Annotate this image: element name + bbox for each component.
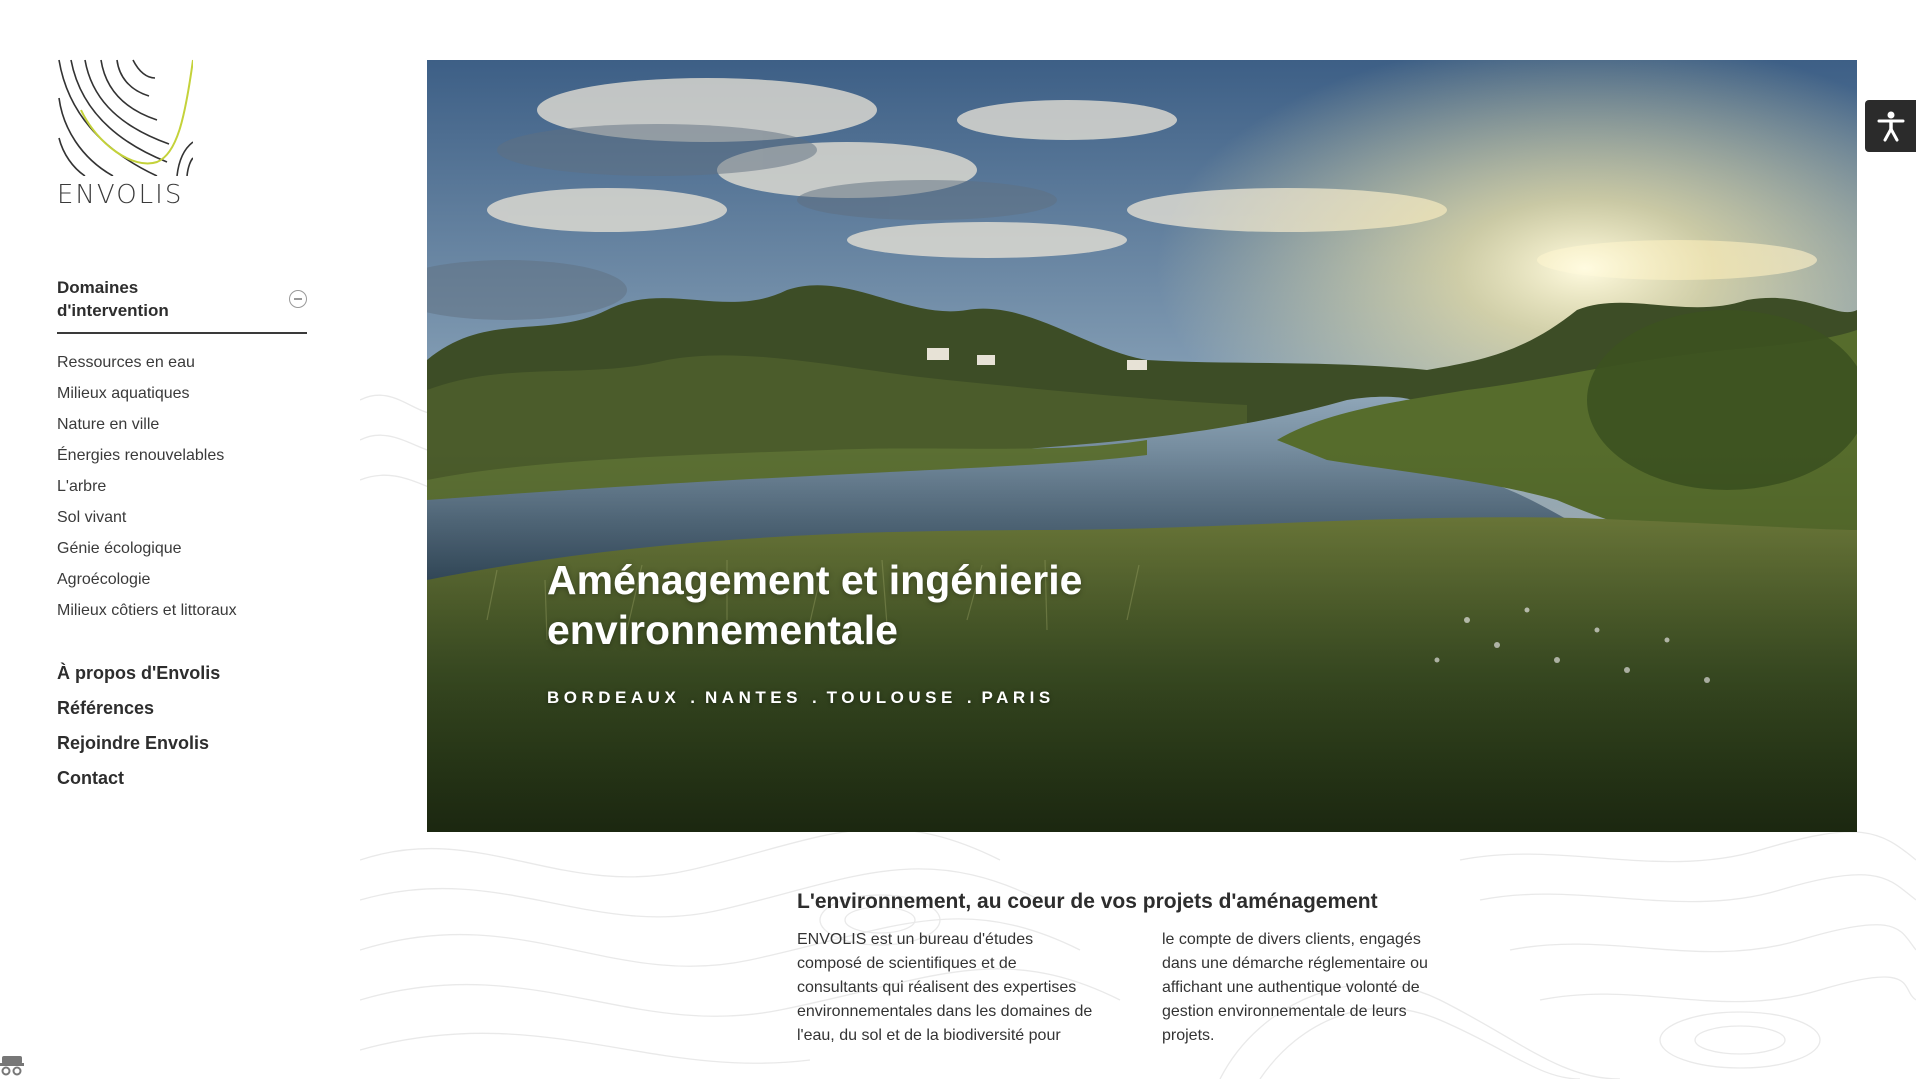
minus-circle-icon[interactable] xyxy=(289,290,307,308)
hero-landscape-image xyxy=(427,60,1857,832)
envolis-logo[interactable]: ENVOLIS xyxy=(57,58,193,210)
nav-item-a-propos[interactable]: À propos d'Envolis xyxy=(57,656,307,691)
nav-item-milieux-cotiers[interactable]: Milieux côtiers et littoraux xyxy=(57,595,307,626)
nav-item-genie-ecologique[interactable]: Génie écologique xyxy=(57,533,307,564)
hero-title: Aménagement et ingénierie environnementa… xyxy=(547,557,1083,653)
nav-item-agroecologie[interactable]: Agroécologie xyxy=(57,564,307,595)
nav-domaines: Domaines d'intervention Ressources en ea… xyxy=(57,276,307,626)
hero-banner: Aménagement et ingénierie environnementa… xyxy=(427,60,1857,832)
city-toulouse: TOULOUSE xyxy=(826,688,957,707)
intro-text-left: ENVOLIS est un bureau d'études composé d… xyxy=(797,931,1093,1044)
cookie-settings-button[interactable] xyxy=(0,1050,30,1080)
nav-item-energies-renouvelables[interactable]: Énergies renouvelables xyxy=(57,440,307,471)
city-paris: PARIS xyxy=(981,688,1055,707)
domaines-title: Domaines d'intervention xyxy=(57,278,169,320)
hero-cities: BORDEAUX. NANTES. TOULOUSE. PARIS xyxy=(547,688,1055,708)
nav-item-sol-vivant[interactable]: Sol vivant xyxy=(57,502,307,533)
intro-text-right: le compte de divers clients, engagés dan… xyxy=(1162,931,1428,1044)
nav-item-contact[interactable]: Contact xyxy=(57,761,307,796)
domaines-toggle[interactable]: Domaines d'intervention xyxy=(57,276,307,334)
nav-item-ressources-eau[interactable]: Ressources en eau xyxy=(57,347,307,378)
main-nav: À propos d'Envolis Références Rejoindre … xyxy=(57,656,307,796)
nav-item-rejoindre[interactable]: Rejoindre Envolis xyxy=(57,726,307,761)
intro-columns: ENVOLIS est un bureau d'études composé d… xyxy=(797,928,1457,1048)
intro-section: L'environnement, au coeur de vos projets… xyxy=(797,890,1457,1048)
domaines-list: Ressources en eau Milieux aquatiques Nat… xyxy=(57,347,307,626)
accessibility-button[interactable] xyxy=(1865,100,1916,152)
city-nantes: NANTES xyxy=(705,688,802,707)
city-separator: . xyxy=(690,688,696,707)
city-separator: . xyxy=(966,688,972,707)
city-separator: . xyxy=(811,688,817,707)
nav-item-references[interactable]: Références xyxy=(57,691,307,726)
cookie-icon xyxy=(0,1056,24,1076)
logo-mark-icon xyxy=(58,59,193,176)
logo-text: ENVOLIS xyxy=(57,180,184,210)
intro-heading: L'environnement, au coeur de vos projets… xyxy=(797,890,1378,913)
accessibility-icon xyxy=(1877,111,1904,142)
city-bordeaux: BORDEAUX xyxy=(547,688,681,707)
nav-item-nature-en-ville[interactable]: Nature en ville xyxy=(57,409,307,440)
nav-item-milieux-aquatiques[interactable]: Milieux aquatiques xyxy=(57,378,307,409)
sidebar: ENVOLIS Domaines d'intervention Ressourc… xyxy=(57,58,307,796)
nav-item-arbre[interactable]: L'arbre xyxy=(57,471,307,502)
